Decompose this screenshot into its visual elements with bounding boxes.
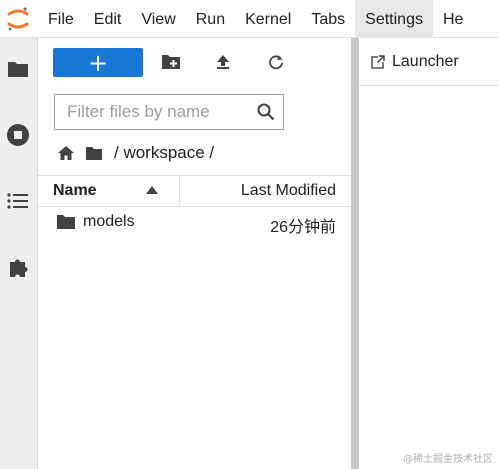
- activity-bar: [0, 38, 38, 469]
- filter-files-field: [54, 94, 284, 130]
- stop-circle-icon[interactable]: [5, 122, 31, 148]
- launcher-icon: [371, 55, 385, 69]
- tab-launcher-label: Launcher: [392, 53, 459, 70]
- menu-settings[interactable]: Settings: [355, 0, 433, 38]
- refresh-icon[interactable]: [265, 51, 287, 73]
- breadcrumb-path[interactable]: / workspace /: [114, 143, 214, 163]
- tab-launcher[interactable]: Launcher: [359, 48, 459, 76]
- file-modified: 26分钟前: [270, 219, 336, 236]
- upload-icon[interactable]: [212, 51, 234, 73]
- folder-icon[interactable]: [5, 56, 31, 82]
- panel-splitter[interactable]: [351, 38, 359, 469]
- new-button-label: +: [87, 48, 109, 77]
- menu-kernel[interactable]: Kernel: [235, 0, 301, 38]
- menu-view[interactable]: View: [131, 0, 185, 38]
- list-icon[interactable]: [5, 188, 31, 214]
- menu-bar: File Edit View Run Kernel Tabs Settings …: [0, 0, 499, 38]
- column-name-header[interactable]: Name: [38, 176, 180, 206]
- sort-ascending-icon: [146, 186, 158, 194]
- file-browser-toolbar: +: [38, 38, 351, 86]
- menu-help[interactable]: He: [433, 0, 473, 38]
- jupyter-logo-icon[interactable]: [6, 5, 30, 33]
- filter-files-input[interactable]: [55, 95, 251, 129]
- home-icon[interactable]: [56, 143, 76, 163]
- breadcrumb: / workspace /: [56, 141, 214, 165]
- menu-file[interactable]: File: [38, 0, 84, 38]
- menu-items: File Edit View Run Kernel Tabs Settings …: [38, 0, 473, 38]
- new-folder-icon[interactable]: [160, 51, 182, 73]
- listing-header: Name Last Modified: [38, 175, 351, 207]
- column-modified-header[interactable]: Last Modified: [180, 176, 351, 206]
- watermark-text: @稀土掘金技术社区: [403, 454, 493, 465]
- file-browser: + / workspace / Name Last Modified: [38, 38, 351, 469]
- column-modified-label: Last Modified: [240, 182, 336, 199]
- menu-edit[interactable]: Edit: [84, 0, 132, 38]
- file-name: models: [83, 213, 135, 230]
- menu-tabs[interactable]: Tabs: [301, 0, 355, 38]
- breadcrumb-folder-icon[interactable]: [84, 143, 104, 163]
- search-icon[interactable]: [257, 103, 275, 121]
- folder-icon: [57, 215, 75, 229]
- tab-bar: Launcher: [359, 38, 499, 86]
- new-launcher-button[interactable]: +: [53, 48, 143, 77]
- main-dock-area: Launcher: [359, 38, 499, 469]
- list-item[interactable]: models 26分钟前: [38, 208, 351, 236]
- puzzle-icon[interactable]: [5, 254, 31, 280]
- column-name-label: Name: [53, 182, 97, 199]
- menu-run[interactable]: Run: [186, 0, 235, 38]
